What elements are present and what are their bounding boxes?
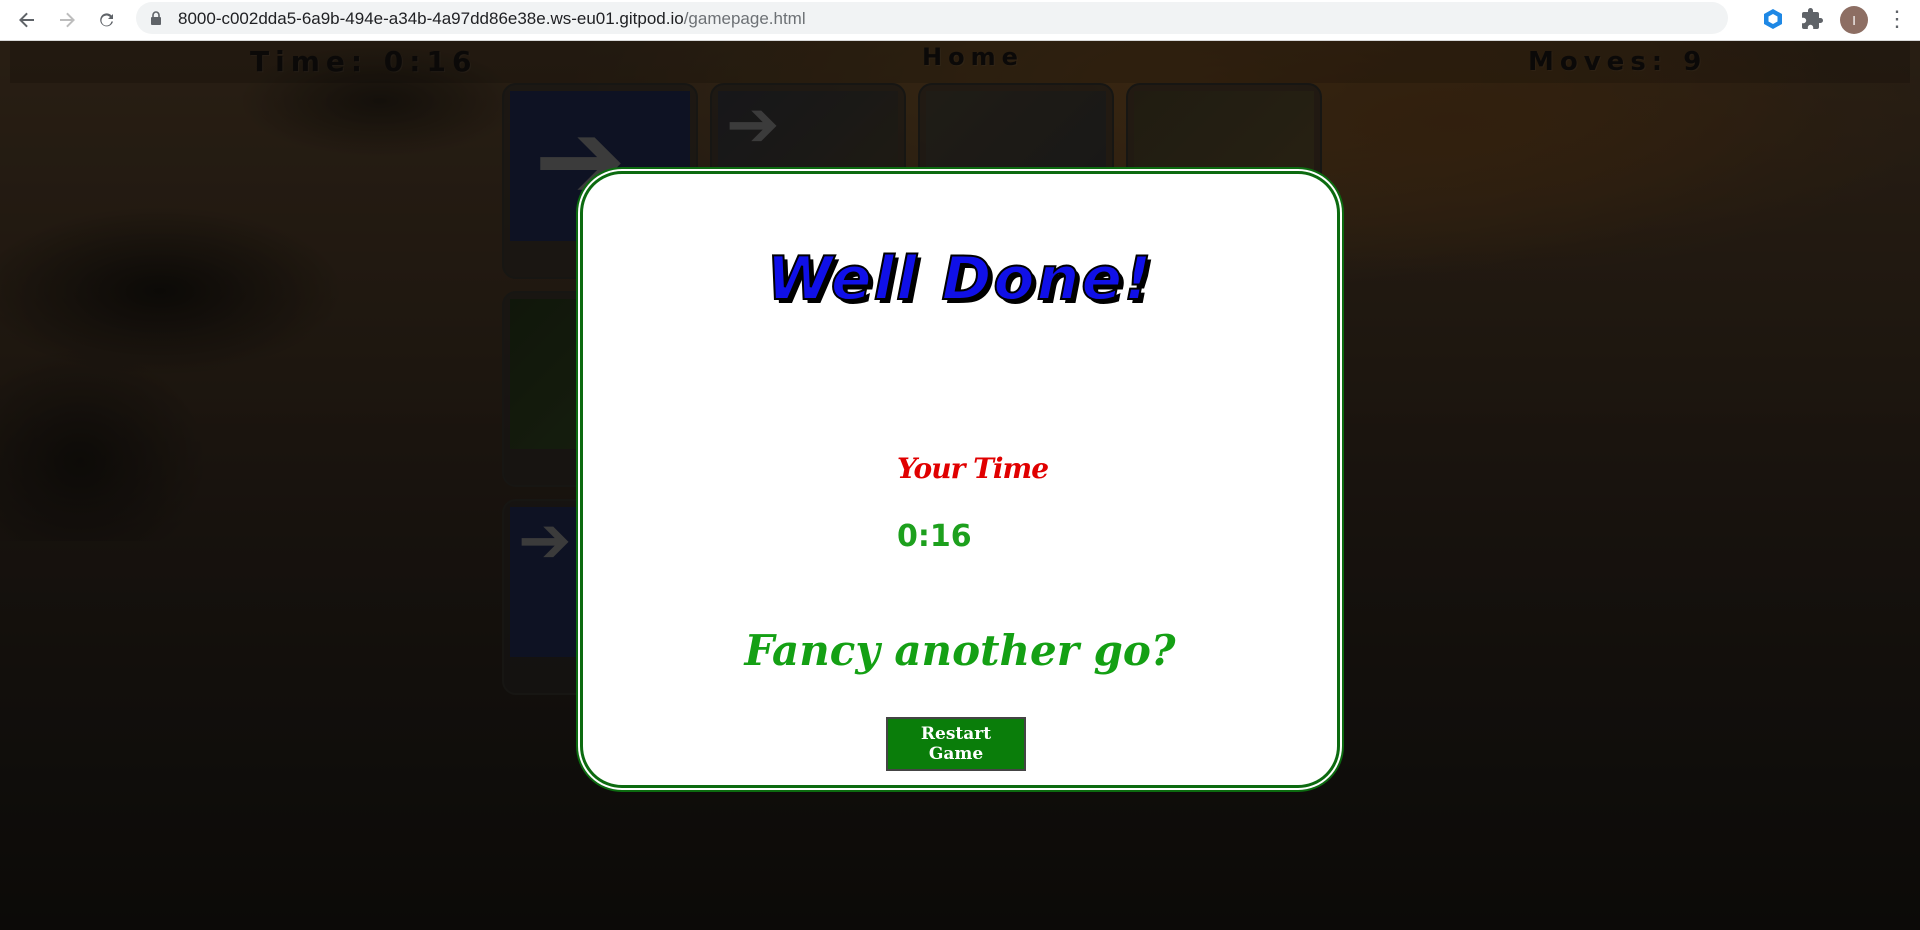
game-complete-modal: Well Done! Your Time 0:16 Fancy another … [580,171,1340,788]
lock-icon [151,11,161,25]
puzzle-icon[interactable] [1800,7,1824,31]
play-again-prompt: Fancy another go? [744,626,1176,675]
address-bar[interactable]: 8000-c002dda5-6a9b-494e-a34b-4a97dd86e38… [136,2,1864,34]
modal-title: Well Done! [766,243,1154,315]
forward-button[interactable] [50,3,84,37]
url-text: 8000-c002dda5-6a9b-494e-a34b-4a97dd86e38… [178,9,806,29]
browser-toolbar: 8000-c002dda5-6a9b-494e-a34b-4a97dd86e38… [0,0,1920,41]
reload-icon [100,13,113,27]
avatar[interactable]: I [1840,6,1868,34]
arrow-right-icon [60,12,75,28]
hexagon-extension-icon[interactable] [1762,8,1784,30]
your-time-label: Your Time [897,452,1049,485]
back-button[interactable] [10,3,44,37]
final-time-value: 0:16 [897,519,972,554]
arrow-left-icon [19,12,34,28]
url-path: /gamepage.html [683,9,806,28]
restart-game-button[interactable]: Restart Game [886,717,1026,771]
url-host: 8000-c002dda5-6a9b-494e-a34b-4a97dd86e38… [178,9,684,28]
reload-button[interactable] [90,3,124,37]
more-vert-icon[interactable]: ⋮ [1886,6,1908,32]
